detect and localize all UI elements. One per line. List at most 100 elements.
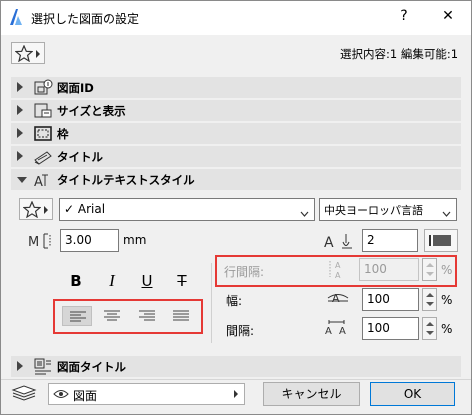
width-icon: A bbox=[326, 290, 350, 309]
section-label: 図面タイトル bbox=[57, 360, 126, 374]
spacing-stepper[interactable] bbox=[422, 317, 437, 340]
text-height-unit: mm bbox=[123, 233, 147, 247]
line-spacing-label: 行間隔: bbox=[224, 265, 265, 279]
underline-button[interactable]: U bbox=[132, 269, 162, 293]
font-value: ✓ Arial bbox=[64, 202, 106, 216]
width-unit: % bbox=[441, 293, 453, 307]
line-spacing-unit: % bbox=[441, 263, 453, 277]
stepper-down-icon bbox=[426, 302, 434, 306]
text-height-input[interactable]: 3.00 bbox=[60, 229, 119, 252]
width-label: 幅: bbox=[226, 294, 243, 308]
chevron-down-icon bbox=[300, 206, 309, 220]
expand-arrow-icon bbox=[17, 128, 23, 138]
section-label: タイトル bbox=[57, 150, 103, 164]
chevron-right-icon bbox=[234, 390, 238, 398]
section-label: 図面ID bbox=[57, 81, 94, 95]
align-center-icon bbox=[104, 310, 120, 321]
settings-dialog: 選択した図面の設定 ? ✕ 選択内容:1 編集可能:1 図面ID サイズと表示 … bbox=[0, 0, 472, 415]
expand-arrow-icon bbox=[17, 82, 23, 92]
line-spacing-stepper bbox=[422, 258, 437, 281]
eye-icon bbox=[53, 388, 69, 403]
section-title-text-style[interactable]: A タイトルテキストスタイル bbox=[11, 169, 461, 190]
dialog-title: 選択した図面の設定 bbox=[31, 12, 140, 26]
align-center-button[interactable] bbox=[97, 306, 127, 326]
svg-text:A: A bbox=[34, 175, 43, 188]
drawing-title-icon bbox=[33, 358, 53, 375]
dropdown-arrow-icon bbox=[44, 206, 48, 214]
cancel-label: キャンセル bbox=[281, 387, 342, 401]
align-left-button[interactable] bbox=[62, 306, 92, 326]
text-height-icon: M bbox=[28, 232, 56, 253]
width-input[interactable]: 100 bbox=[362, 288, 419, 311]
layer-select[interactable]: 図面 bbox=[48, 383, 245, 405]
svg-text:A: A bbox=[332, 292, 340, 305]
text-style-icon: A bbox=[33, 171, 53, 190]
spacing-input[interactable]: 100 bbox=[362, 317, 419, 340]
expand-arrow-icon bbox=[17, 361, 23, 371]
stepper-up-icon bbox=[426, 293, 434, 297]
ok-label: OK bbox=[403, 387, 422, 401]
title-bar: 選択した図面の設定 ? ✕ bbox=[1, 1, 471, 35]
footer-divider bbox=[1, 379, 471, 380]
script-select[interactable]: 中央ヨーロッパ言語 bbox=[319, 198, 457, 221]
section-label: サイズと表示 bbox=[57, 104, 126, 118]
spacing-value: 100 bbox=[367, 321, 390, 335]
pen-color-button[interactable] bbox=[424, 229, 458, 252]
align-right-button[interactable] bbox=[132, 306, 162, 326]
layer-value: 図面 bbox=[73, 389, 98, 403]
font-select[interactable]: ✓ Arial bbox=[59, 198, 315, 221]
svg-text:A: A bbox=[335, 271, 341, 279]
layer-icon bbox=[11, 384, 37, 405]
drawing-id-icon bbox=[33, 79, 53, 96]
underline-label: U bbox=[141, 272, 153, 290]
size-display-icon bbox=[33, 102, 53, 119]
pen-value: 2 bbox=[367, 233, 375, 247]
width-value: 100 bbox=[367, 292, 390, 306]
help-button[interactable]: ? bbox=[394, 8, 414, 24]
stepper-down-icon bbox=[426, 331, 434, 335]
strikethrough-button[interactable]: T bbox=[167, 269, 197, 293]
expand-arrow-icon bbox=[17, 151, 23, 161]
svg-text:A: A bbox=[325, 326, 332, 337]
align-justify-icon bbox=[173, 310, 189, 321]
align-right-icon bbox=[139, 310, 155, 321]
spacing-label: 間隔: bbox=[226, 324, 255, 338]
font-favorites-button[interactable] bbox=[19, 198, 53, 220]
script-value: 中央ヨーロッパ言語 bbox=[324, 204, 423, 217]
spacing-unit: % bbox=[441, 322, 453, 336]
section-size-display[interactable]: サイズと表示 bbox=[11, 100, 461, 121]
align-left-icon bbox=[70, 311, 86, 322]
close-button[interactable]: ✕ bbox=[438, 8, 458, 24]
ok-button[interactable]: OK bbox=[370, 382, 455, 406]
expand-arrow-icon bbox=[17, 105, 23, 115]
italic-button[interactable]: I bbox=[97, 269, 127, 293]
width-stepper[interactable] bbox=[422, 288, 437, 311]
star-icon bbox=[22, 200, 42, 221]
archicad-logo-icon bbox=[8, 8, 24, 29]
divider bbox=[211, 263, 212, 343]
section-label: 枠 bbox=[57, 127, 69, 141]
bold-button[interactable]: B bbox=[61, 269, 91, 293]
favorites-button[interactable] bbox=[11, 42, 45, 64]
text-height-value: 3.00 bbox=[65, 233, 92, 247]
section-drawing-title[interactable]: 図面タイトル bbox=[11, 356, 461, 377]
strikethrough-label: T bbox=[177, 272, 187, 290]
collapse-arrow-icon bbox=[17, 177, 27, 183]
line-spacing-value: 100 bbox=[364, 262, 387, 276]
bold-label: B bbox=[70, 272, 82, 290]
pen-input[interactable]: 2 bbox=[362, 229, 418, 252]
title-icon bbox=[33, 148, 53, 165]
frame-icon bbox=[33, 125, 53, 142]
text-pen-icon: A bbox=[322, 232, 360, 253]
section-title[interactable]: タイトル bbox=[11, 146, 461, 167]
line-spacing-input: 100 bbox=[359, 258, 419, 281]
line-spacing-icon: AA bbox=[327, 259, 351, 282]
section-frame[interactable]: 枠 bbox=[11, 123, 461, 144]
section-drawing-id[interactable]: 図面ID bbox=[11, 77, 461, 98]
cancel-button[interactable]: キャンセル bbox=[263, 382, 360, 406]
stepper-up-icon bbox=[426, 263, 434, 267]
chevron-down-icon bbox=[442, 206, 451, 220]
svg-text:M: M bbox=[28, 235, 39, 250]
star-icon bbox=[14, 44, 34, 65]
align-justify-button[interactable] bbox=[166, 306, 196, 326]
